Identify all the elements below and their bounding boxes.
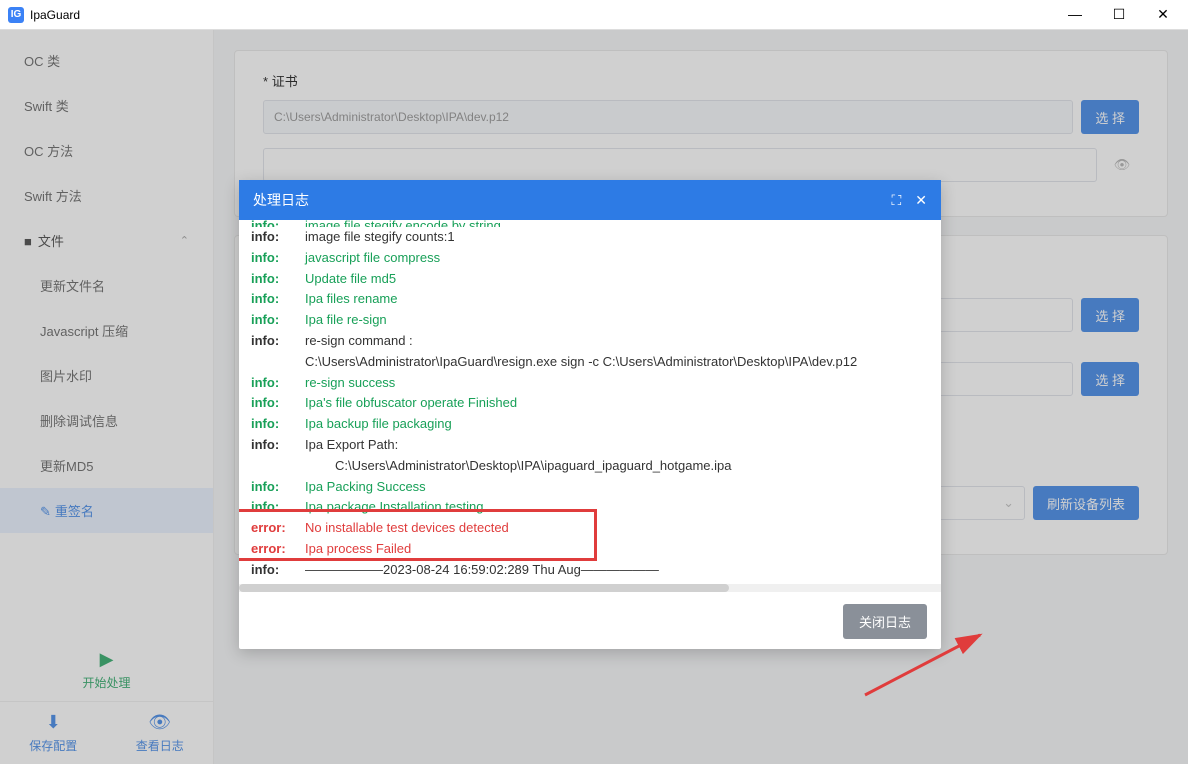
app-logo: IG bbox=[8, 7, 24, 23]
log-line: info:Ipa's file obfuscator operate Finis… bbox=[251, 393, 929, 414]
log-line: info:Ipa Packing Success bbox=[251, 477, 929, 498]
log-line: info:image file stegify counts:1 bbox=[251, 227, 929, 248]
log-line: info:image file stegify encode by string bbox=[251, 220, 929, 227]
window-close-button[interactable]: ✕ bbox=[1150, 6, 1176, 23]
close-log-button[interactable]: 关闭日志 bbox=[843, 604, 927, 639]
log-line: info:Ipa backup file packaging bbox=[251, 414, 929, 435]
window-minimize-button[interactable]: — bbox=[1062, 6, 1088, 23]
log-line: info:Ipa files rename bbox=[251, 289, 929, 310]
horizontal-scrollbar[interactable] bbox=[239, 584, 941, 592]
log-line: info:javascript file compress bbox=[251, 248, 929, 269]
dialog-fullscreen-icon[interactable]: ⛶ bbox=[891, 192, 901, 209]
log-line: error:No installable test devices detect… bbox=[251, 518, 929, 539]
window-maximize-button[interactable]: ☐ bbox=[1106, 6, 1132, 23]
log-line: info:Ipa Export Path: bbox=[251, 435, 929, 456]
log-line: info:re-sign success bbox=[251, 373, 929, 394]
dialog-close-icon[interactable]: ✕ bbox=[915, 192, 927, 209]
log-line: info:Ipa package Installation testing bbox=[251, 497, 929, 518]
log-line: error:Ipa process Failed bbox=[251, 539, 929, 560]
log-line: C:\Users\Administrator\Desktop\IPA\ipagu… bbox=[251, 456, 929, 477]
window-title: IpaGuard bbox=[30, 8, 1062, 22]
title-bar: IG IpaGuard — ☐ ✕ bbox=[0, 0, 1188, 30]
log-line: info:——————2023-08-24 16:59:02:289 Thu A… bbox=[251, 560, 929, 581]
log-line: info:Ipa file re-sign bbox=[251, 310, 929, 331]
dialog-title: 处理日志 bbox=[253, 190, 309, 210]
log-line: info:Update file md5 bbox=[251, 269, 929, 290]
log-line: info:re-sign command : bbox=[251, 331, 929, 352]
log-line: C:\Users\Administrator\IpaGuard\resign.e… bbox=[251, 352, 929, 373]
log-dialog: 处理日志 ⛶ ✕ info:image file stegify encode … bbox=[239, 180, 941, 649]
